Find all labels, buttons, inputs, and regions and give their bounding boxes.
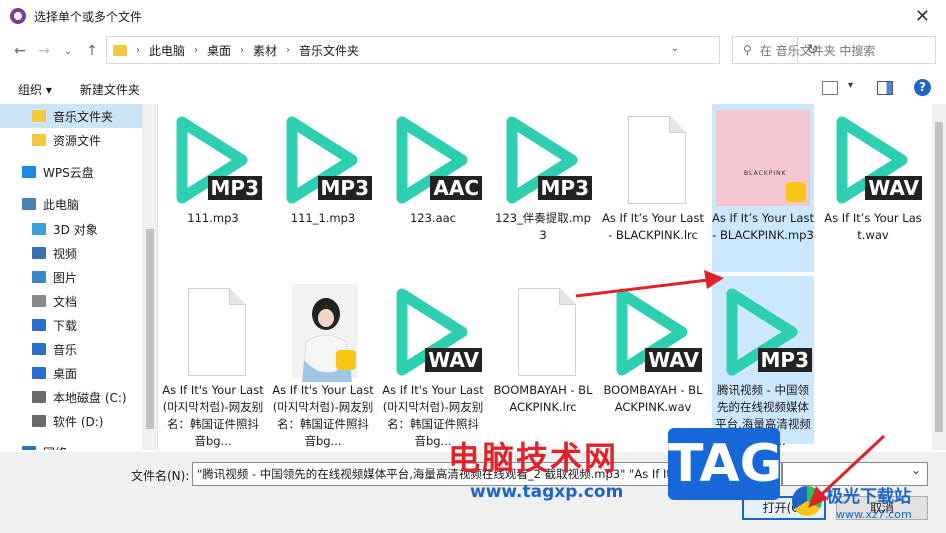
annotation-arrows xyxy=(575,270,886,508)
arrow-to-open-button xyxy=(820,434,886,496)
arrow-head-icon xyxy=(704,270,724,289)
arrow-to-selected-file xyxy=(575,278,709,298)
